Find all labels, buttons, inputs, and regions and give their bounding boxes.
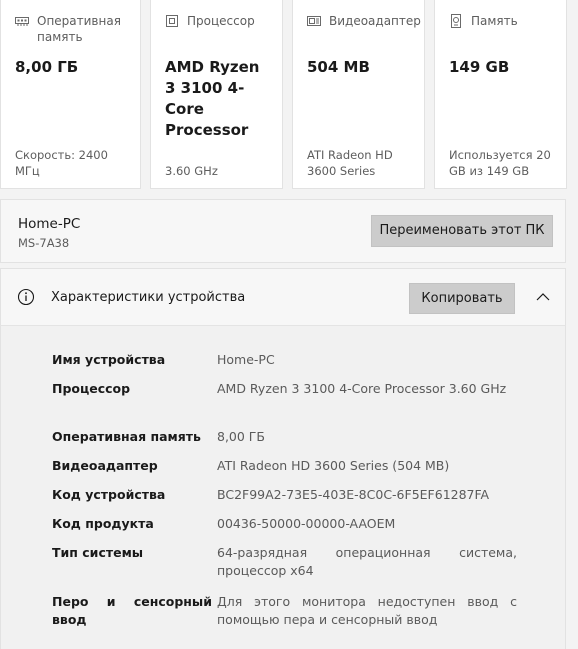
card-processor-value: AMD Ryzen 3 3100 4-Core Processor	[165, 58, 260, 139]
spec-value: Для этого монитора недоступен ввод с пом…	[217, 594, 517, 627]
card-storage-value: 149 GB	[449, 58, 510, 76]
pc-model: MS-7A38	[18, 236, 70, 250]
device-specs-header[interactable]: Характеристики устройства Копировать	[0, 268, 566, 325]
storage-icon	[451, 14, 461, 28]
card-storage: Память 149 GB Используется 20 GB из 149 …	[434, 0, 567, 189]
card-ram: Оперативная память 8,00 ГБ Скорость: 240…	[0, 0, 141, 189]
card-gpu-label: Видеоадаптер	[329, 14, 421, 28]
card-processor-label: Процессор	[187, 14, 255, 28]
device-specs-body: Имя устройства Home-PC Процессор AMD Ryz…	[0, 325, 566, 649]
card-storage-sub: Используется 20 GB из 149 GB	[449, 148, 551, 178]
spec-key: Процессор	[52, 381, 131, 396]
spec-value: AMD Ryzen 3 3100 4-Core Processor 3.60 G…	[217, 381, 507, 396]
card-processor-sub: 3.60 GHz	[165, 164, 218, 178]
ram-icon	[15, 17, 29, 26]
spec-value: 8,00 ГБ	[217, 429, 266, 444]
hardware-cards: Оперативная память 8,00 ГБ Скорость: 240…	[0, 0, 578, 191]
processor-icon	[166, 15, 178, 27]
spec-key: Тип системы	[52, 545, 144, 560]
spec-value: Home-PC	[217, 352, 275, 367]
spec-key: Видеоадаптер	[52, 458, 158, 473]
gpu-icon	[307, 16, 321, 26]
card-gpu: Видеоадаптер 504 MB ATI Radeon HD 3600 S…	[292, 0, 425, 189]
spec-key: Оперативная память	[52, 429, 201, 444]
chevron-up-icon[interactable]	[534, 290, 552, 304]
copy-button[interactable]: Копировать	[409, 283, 515, 314]
info-icon	[17, 288, 35, 306]
card-storage-label: Память	[471, 14, 518, 28]
spec-value: 00436-50000-00000-AAOEM	[217, 516, 396, 531]
pc-name: Home-PC	[18, 216, 81, 232]
spec-value: 64-разрядная операционная система, проце…	[217, 545, 517, 578]
spec-key: Код продукта	[52, 516, 154, 531]
card-processor: Процессор AMD Ryzen 3 3100 4-Core Proces…	[150, 0, 283, 189]
rename-pc-button[interactable]: Переименовать этот ПК	[371, 215, 553, 247]
spec-key: Код устройства	[52, 487, 166, 502]
pc-name-bar: Home-PC MS-7A38 Переименовать этот ПК	[0, 199, 566, 263]
card-gpu-value: 504 MB	[307, 58, 370, 76]
spec-key: Перо и сенсорный ввод	[52, 594, 212, 627]
spec-value: BC2F99A2-73E5-403E-8C0C-6F5EF61287FA	[217, 487, 490, 502]
card-ram-value: 8,00 ГБ	[15, 58, 79, 76]
device-specs-title: Характеристики устройства	[51, 290, 246, 305]
card-ram-label: Оперативная память	[37, 14, 121, 44]
spec-key: Имя устройства	[52, 352, 166, 367]
card-gpu-sub: ATI Radeon HD 3600 Series	[307, 148, 393, 178]
card-ram-sub: Скорость: 2400 МГц	[15, 148, 108, 178]
spec-value: ATI Radeon HD 3600 Series (504 MB)	[217, 458, 450, 473]
